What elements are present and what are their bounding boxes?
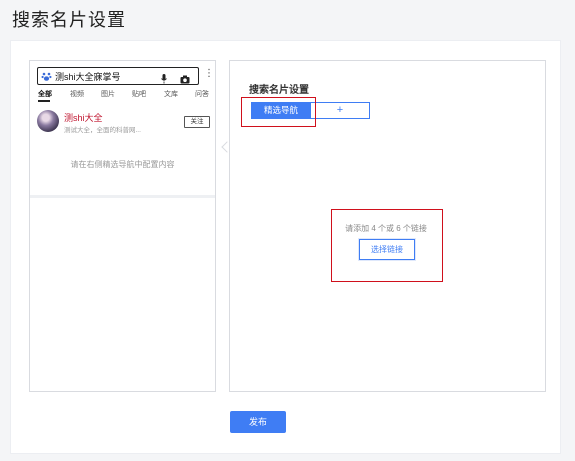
preview-tab-all: 全部 — [38, 91, 52, 98]
main-card: 测shi大全寐掌号 ⋮ 全部 视频 图片 贴吧 文库 问答 测shi大全 测试大… — [10, 40, 561, 454]
preview-tab-image: 图片 — [101, 91, 115, 98]
active-tab-underline — [38, 100, 50, 102]
add-links-hint: 请添加 4 个或 6 个链接 — [345, 224, 427, 233]
follow-button: 关注 — [184, 116, 210, 128]
add-nav-tab-button[interactable]: + — [310, 102, 370, 119]
settings-panel: 搜索名片设置 精选导航 + 请添加 4 个或 6 个链接 选择链接 — [229, 60, 546, 392]
settings-title: 搜索名片设置 — [249, 85, 309, 96]
result-title: 测shi大全 — [64, 113, 103, 123]
microphone-icon — [161, 71, 167, 84]
preview-result: 测shi大全 测试大全，全面的科普网... 关注 — [37, 110, 210, 136]
more-menu-icon: ⋮ — [204, 68, 214, 79]
paw-logo-icon — [41, 71, 52, 82]
preview-search-text: 测shi大全寐掌号 — [55, 71, 121, 82]
phone-preview: 测shi大全寐掌号 ⋮ 全部 视频 图片 贴吧 文库 问答 测shi大全 测试大… — [29, 60, 216, 392]
preview-search-bar: 测shi大全寐掌号 — [37, 67, 199, 85]
avatar — [37, 110, 59, 132]
result-description: 测试大全，全面的科普网... — [64, 127, 141, 134]
publish-button[interactable]: 发布 — [230, 411, 286, 433]
phone-preview-body — [30, 195, 215, 391]
preview-tab-tieba: 贴吧 — [132, 91, 146, 98]
select-link-button[interactable]: 选择链接 — [359, 239, 415, 260]
preview-tab-video: 视频 — [70, 91, 84, 98]
preview-hint: 请在右侧精选导航中配置内容 — [70, 160, 175, 169]
phone-preview-header: 测shi大全寐掌号 ⋮ 全部 视频 图片 贴吧 文库 问答 测shi大全 测试大… — [30, 61, 215, 192]
preview-tab-qa: 问答 — [195, 91, 209, 98]
highlight-box-nav — [241, 97, 316, 127]
preview-tabs: 全部 视频 图片 贴吧 文库 问答 — [30, 89, 215, 103]
preview-tab-wenku: 文库 — [164, 91, 178, 98]
page-title: 搜索名片设置 — [12, 10, 126, 30]
camera-icon — [180, 71, 190, 84]
